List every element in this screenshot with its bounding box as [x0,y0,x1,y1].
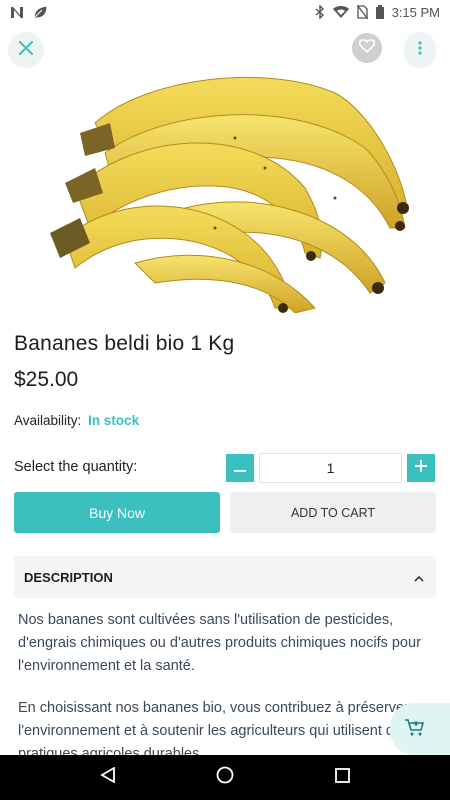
more-vertical-icon [418,40,422,60]
status-left [10,5,48,19]
notification-n-icon [10,6,24,19]
description-viewport: Nos bananes sont cultivées sans l'utilis… [0,600,450,755]
close-icon [19,40,33,60]
favorite-button[interactable] [352,33,382,63]
quantity-increase-button[interactable] [407,454,435,482]
no-sim-icon [356,5,368,19]
availability: Availability: In stock [14,413,139,428]
recents-icon[interactable] [334,767,350,788]
product-price: $25.00 [14,368,79,391]
wifi-icon [332,5,349,19]
back-icon[interactable] [100,766,116,788]
bananas-photo [50,76,409,313]
status-time: 3:15 PM [391,4,440,20]
cart-add-icon [404,718,425,741]
stock-status: In stock [88,413,140,428]
minus-icon [234,459,246,477]
description-body: Nos bananes sont cultivées sans l'utilis… [18,609,428,755]
product-title: Bananes beldi bio 1 Kg [14,332,235,355]
system-navigation-bar [0,755,450,800]
bluetooth-icon [315,5,325,19]
add-to-cart-button[interactable]: ADD TO CART [230,492,436,533]
heart-icon [358,38,376,58]
description-header-label: DESCRIPTION [24,569,113,585]
product-image [35,68,411,313]
description-paragraph: En choisissant nos bananes bio, vous con… [18,700,410,755]
more-options-button[interactable] [404,32,436,68]
quantity-input[interactable] [259,453,402,483]
status-bar: 3:15 PM [0,0,450,24]
home-icon[interactable] [216,766,234,789]
description-paragraph: Nos bananes sont cultivées sans l'utilis… [18,612,421,674]
chevron-up-icon [414,570,424,585]
quantity-decrease-button[interactable] [226,454,254,482]
battery-icon [375,5,384,19]
description-accordion-header[interactable]: DESCRIPTION [14,556,436,598]
quantity-label: Select the quantity: [14,459,138,475]
leaf-icon [32,5,48,19]
floating-cart-button[interactable] [390,703,450,755]
plus-icon [415,459,427,477]
buy-now-button[interactable]: Buy Now [14,492,220,533]
status-right: 3:15 PM [315,5,440,20]
close-button[interactable] [8,32,44,68]
availability-label: Availability: [14,413,82,428]
